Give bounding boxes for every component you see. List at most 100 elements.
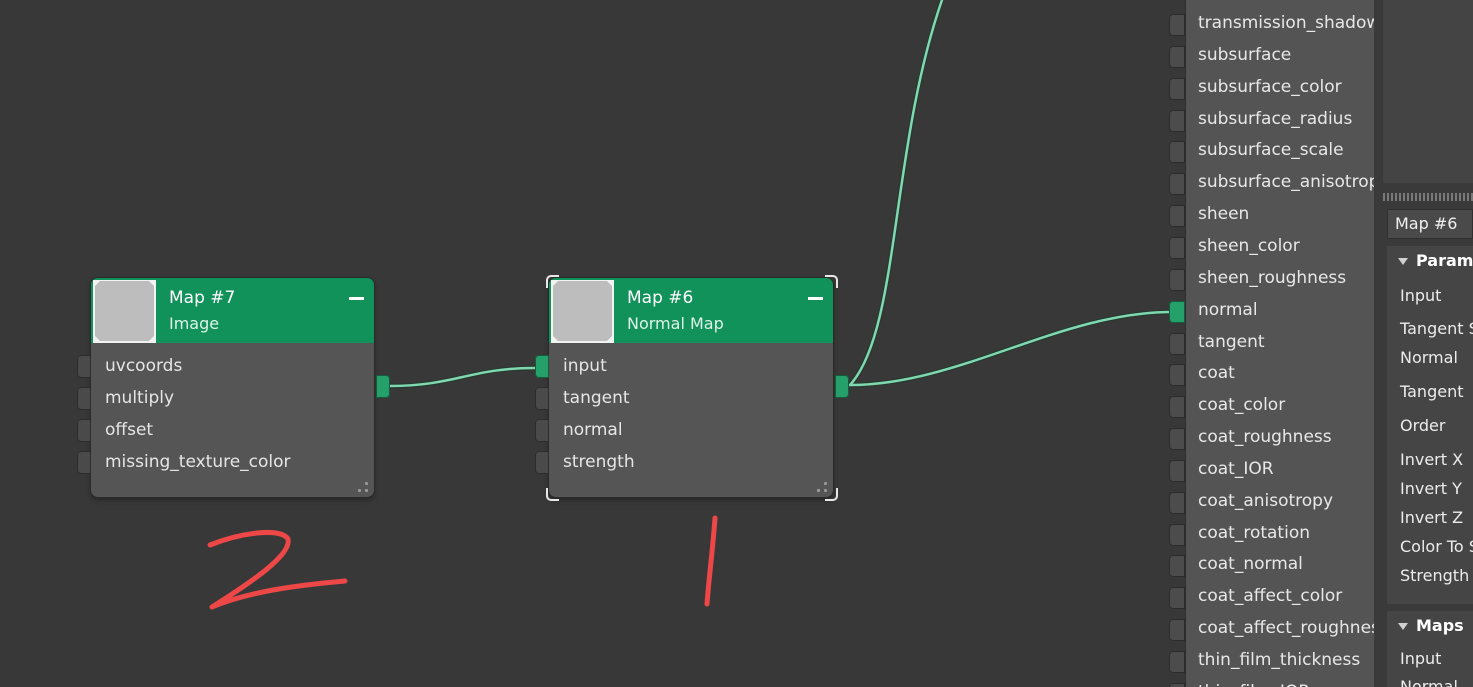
material-input-port-coat[interactable] xyxy=(1169,364,1185,387)
material-input-port-thin-film-ior[interactable] xyxy=(1169,682,1185,687)
input-port-multiply[interactable] xyxy=(77,387,91,410)
material-input-label-coat-ior: coat_IOR xyxy=(1198,458,1274,479)
handwritten-number-1: 1 xyxy=(704,515,718,607)
material-input-label-coat-affect-color: coat_affect_color xyxy=(1198,586,1343,607)
wire-map7-to-map6 xyxy=(388,366,537,388)
material-input-port-coat-anisotropy[interactable] xyxy=(1169,491,1185,514)
rollout-title: Parameters xyxy=(1416,251,1473,270)
material-input-label-sheen: sheen xyxy=(1198,204,1250,225)
node-name-input[interactable]: Map #6 xyxy=(1387,209,1473,239)
node-thumbnail xyxy=(551,280,614,343)
port-label: strength xyxy=(563,452,635,472)
material-input-port-coat-normal[interactable] xyxy=(1169,555,1185,578)
wire-map6-to-offscreen xyxy=(848,0,944,387)
selection-corner xyxy=(825,488,838,501)
material-input-label-normal: normal xyxy=(1198,299,1258,320)
parameter-label: Color To Space xyxy=(1400,537,1473,556)
node-title: Map #6 xyxy=(627,288,694,308)
input-port-normal[interactable] xyxy=(535,419,549,442)
material-input-label-coat-roughness: coat_roughness xyxy=(1198,427,1332,448)
material-node-inputs[interactable]: transmission_shadow subsurface subsurface_… xyxy=(1186,0,1389,687)
output-port-map6[interactable] xyxy=(835,375,849,398)
material-input-label-subsurface-anisotropy: subsurface_anisotropy xyxy=(1198,172,1390,193)
material-input-port-sheen-color[interactable] xyxy=(1169,236,1185,259)
input-port-input[interactable] xyxy=(535,355,549,378)
port-label: tangent xyxy=(563,388,630,408)
map-slot-label: Input xyxy=(1400,649,1442,668)
input-port-uvcoords[interactable] xyxy=(77,355,91,378)
node-thumbnail xyxy=(93,280,156,343)
material-input-port-thin-film-thickness[interactable] xyxy=(1169,651,1185,673)
material-input-port-tangent[interactable] xyxy=(1169,332,1185,355)
material-input-port-subsurface-scale[interactable] xyxy=(1169,141,1185,164)
material-input-label-thin-film-thickness: thin_film_thickness xyxy=(1198,650,1361,670)
port-label: normal xyxy=(563,420,623,440)
selection-corner xyxy=(546,275,559,288)
port-label: offset xyxy=(105,420,154,440)
material-input-label-coat-rotation: coat_rotation xyxy=(1198,522,1310,543)
map-slot-label: Normal xyxy=(1400,677,1458,687)
material-input-port-sheen-roughness[interactable] xyxy=(1169,268,1185,291)
material-input-port-subsurface-radius[interactable] xyxy=(1169,109,1185,132)
maps-rollout: Maps Input Normal xyxy=(1387,611,1473,687)
resize-grip-icon[interactable] xyxy=(358,482,368,492)
parameters-rollout: Parameters Input Tangent Space Normal Tange… xyxy=(1387,246,1473,604)
material-input-port-coat-affect-roughness[interactable] xyxy=(1169,619,1185,642)
material-input-label-coat: coat xyxy=(1198,363,1235,384)
parameter-label: Invert Z xyxy=(1400,508,1464,527)
material-input-port-subsurface-color[interactable] xyxy=(1169,77,1185,100)
selection-corner xyxy=(546,488,559,501)
collapse-icon[interactable] xyxy=(808,297,823,300)
port-label: uvcoords xyxy=(105,356,183,376)
material-input-label-sheen-roughness: sheen_roughness xyxy=(1198,267,1347,288)
parameter-editor-panel: Map #6 Parameters Input Tangent Space Norm… xyxy=(1374,0,1473,687)
material-input-port-normal[interactable] xyxy=(1169,300,1185,323)
port-label: missing_texture_color xyxy=(105,452,291,472)
material-input-port-subsurface[interactable] xyxy=(1169,45,1185,68)
material-input-port-coat-color[interactable] xyxy=(1169,396,1185,419)
output-port-map7[interactable] xyxy=(376,375,390,398)
maps-rollout-header[interactable]: Maps xyxy=(1387,611,1473,641)
material-input-port-coat-ior[interactable] xyxy=(1169,459,1185,482)
collapse-icon[interactable] xyxy=(349,297,364,300)
material-input-label-coat-normal: coat_normal xyxy=(1198,554,1303,575)
parameter-label: Tangent xyxy=(1400,382,1464,401)
node-title: Map #7 xyxy=(169,288,236,308)
node-map6-normal-map[interactable]: Map #6 Normal Map input tangent normal s… xyxy=(549,278,833,497)
material-preview xyxy=(1383,0,1473,183)
material-input-label-subsurface-radius: subsurface_radius xyxy=(1198,108,1353,129)
input-port-missing-texture-color[interactable] xyxy=(77,451,91,474)
rollout-title: Maps xyxy=(1416,616,1464,635)
panel-splitter[interactable] xyxy=(1383,193,1473,201)
material-input-label-coat-color: coat_color xyxy=(1198,395,1286,416)
material-input-label-subsurface-scale: subsurface_scale xyxy=(1198,140,1344,161)
parameter-label: Input xyxy=(1400,286,1442,305)
wire-map6-to-normal xyxy=(848,310,1174,387)
material-input-label-sheen-color: sheen_color xyxy=(1198,235,1300,256)
material-input-label-coat-affect-roughness: coat_affect_roughness xyxy=(1198,618,1389,639)
collapse-arrow-icon xyxy=(1398,258,1408,265)
parameters-rollout-header[interactable]: Parameters xyxy=(1387,246,1473,276)
port-label: input xyxy=(563,356,607,376)
material-input-port-transmission-shadow[interactable] xyxy=(1169,14,1185,36)
material-input-label-tangent: tangent xyxy=(1198,331,1265,352)
port-label: multiply xyxy=(105,388,175,408)
input-port-offset[interactable] xyxy=(77,419,91,442)
material-input-port-coat-affect-color[interactable] xyxy=(1169,587,1185,610)
node-header[interactable]: Map #6 Normal Map xyxy=(549,278,833,343)
collapse-arrow-icon xyxy=(1398,623,1408,630)
parameter-label: Invert Y xyxy=(1400,479,1462,498)
material-input-label-subsurface: subsurface xyxy=(1198,44,1292,65)
material-input-port-subsurface-anisotropy[interactable] xyxy=(1169,173,1185,196)
parameter-label: Normal xyxy=(1400,348,1458,367)
node-map7-image[interactable]: Map #7 Image uvcoords multiply offset mi… xyxy=(91,278,374,497)
node-header[interactable]: Map #7 Image xyxy=(91,278,374,343)
material-input-label-coat-anisotropy: coat_anisotropy xyxy=(1198,490,1334,511)
input-port-strength[interactable] xyxy=(535,451,549,474)
node-editor-canvas[interactable]: Map #7 Image uvcoords multiply offset mi… xyxy=(0,0,1473,687)
material-input-port-coat-roughness[interactable] xyxy=(1169,428,1185,451)
input-port-tangent[interactable] xyxy=(535,387,549,410)
material-input-port-coat-rotation[interactable] xyxy=(1169,523,1185,546)
handwritten-number-2: 2 xyxy=(207,529,348,610)
material-input-port-sheen[interactable] xyxy=(1169,205,1185,228)
